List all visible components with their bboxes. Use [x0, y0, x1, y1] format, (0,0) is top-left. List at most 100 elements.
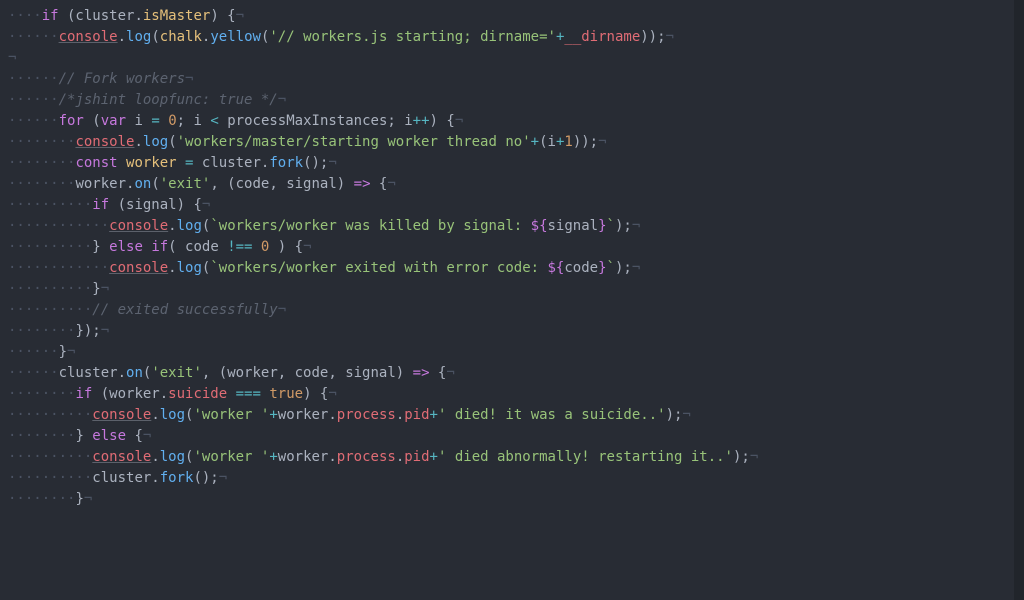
- code-token: {: [126, 428, 143, 444]
- eol-marker: ¬: [101, 323, 109, 339]
- indent-guides: ····: [8, 8, 42, 24]
- indent-guides: ··········: [8, 197, 92, 213]
- code-line[interactable]: ··········cluster.fork();¬: [8, 468, 1014, 489]
- code-token: .: [151, 449, 159, 465]
- code-line[interactable]: ··········}¬: [8, 279, 1014, 300]
- code-token: [177, 155, 185, 171]
- code-line[interactable]: ········console.log('workers/master/star…: [8, 132, 1014, 153]
- code-token: [252, 239, 260, 255]
- code-token: ();: [193, 470, 218, 486]
- code-line[interactable]: ··········} else if( code !== 0 ) {¬: [8, 237, 1014, 258]
- code-token: ));: [640, 29, 665, 45]
- code-token: worker: [227, 365, 278, 381]
- indent-guides: ············: [8, 218, 109, 234]
- code-line[interactable]: ······/*jshint loopfunc: true */¬: [8, 90, 1014, 111]
- code-token: ,: [269, 176, 286, 192]
- code-line[interactable]: ········worker.on('exit', (code, signal)…: [8, 174, 1014, 195]
- code-token: if: [75, 386, 92, 402]
- code-line[interactable]: ········if (worker.suicide === true) {¬: [8, 384, 1014, 405]
- code-token: <: [210, 113, 218, 129]
- code-token: yellow: [210, 29, 261, 45]
- code-token: processMaxInstances; i: [219, 113, 413, 129]
- code-token: true: [269, 386, 303, 402]
- indent-guides: ······: [8, 71, 59, 87]
- code-line[interactable]: ··········console.log('worker '+worker.p…: [8, 447, 1014, 468]
- code-token: 'workers/master/starting worker thread n…: [177, 134, 531, 150]
- code-line[interactable]: ············console.log(`workers/worker …: [8, 216, 1014, 237]
- code-token: (worker.: [92, 386, 168, 402]
- indent-guides: ··········: [8, 239, 92, 255]
- code-token: // exited successfully: [92, 302, 277, 318]
- code-editor[interactable]: ····if (cluster.isMaster) {¬······consol…: [0, 0, 1014, 600]
- code-token: worker.: [75, 176, 134, 192]
- eol-marker: ¬: [598, 134, 606, 150]
- code-line[interactable]: ········} else {¬: [8, 426, 1014, 447]
- indent-guides: ··········: [8, 302, 92, 318]
- code-line[interactable]: ······}¬: [8, 342, 1014, 363]
- code-line[interactable]: ········const worker = cluster.fork();¬: [8, 153, 1014, 174]
- code-token: ${: [531, 218, 548, 234]
- indent-guides: ······: [8, 344, 59, 360]
- code-token: console: [59, 29, 118, 45]
- code-line[interactable]: ········});¬: [8, 321, 1014, 342]
- code-line[interactable]: ··········// exited successfully¬: [8, 300, 1014, 321]
- eol-marker: ¬: [387, 176, 395, 192]
- indent-guides: ············: [8, 260, 109, 276]
- code-token: , (: [210, 176, 235, 192]
- code-token: else: [109, 239, 143, 255]
- code-line[interactable]: ¬: [8, 48, 1014, 69]
- code-token: var: [101, 113, 126, 129]
- code-line[interactable]: ······cluster.on('exit', (worker, code, …: [8, 363, 1014, 384]
- code-token: 'worker ': [193, 449, 269, 465]
- indent-guides: ········: [8, 323, 75, 339]
- code-token: ) {: [303, 386, 328, 402]
- eol-marker: ¬: [278, 302, 286, 318]
- code-token: log: [160, 449, 185, 465]
- code-token: code: [236, 176, 270, 192]
- code-token: , (: [202, 365, 227, 381]
- code-line[interactable]: ······// Fork workers¬: [8, 69, 1014, 90]
- code-token: );: [615, 260, 632, 276]
- code-token: }: [598, 260, 606, 276]
- code-line[interactable]: ··········if (signal) {¬: [8, 195, 1014, 216]
- indent-guides: ··········: [8, 449, 92, 465]
- code-token: .: [134, 134, 142, 150]
- code-token: (: [168, 134, 176, 150]
- code-token: (signal) {: [109, 197, 202, 213]
- indent-guides: ······: [8, 113, 59, 129]
- code-token: =>: [413, 365, 430, 381]
- eol-marker: ¬: [67, 344, 75, 360]
- code-token: }: [92, 281, 100, 297]
- code-line[interactable]: ············console.log(`workers/worker …: [8, 258, 1014, 279]
- eol-marker: ¬: [101, 281, 109, 297]
- indent-guides: ········: [8, 176, 75, 192]
- code-token: .: [396, 407, 404, 423]
- code-token: i: [126, 113, 151, 129]
- code-line[interactable]: ······for (var i = 0; i < processMaxInst…: [8, 111, 1014, 132]
- code-line[interactable]: ····if (cluster.isMaster) {¬: [8, 6, 1014, 27]
- code-token: if: [92, 197, 109, 213]
- eol-marker: ¬: [84, 491, 92, 507]
- vertical-scrollbar[interactable]: [1014, 0, 1024, 600]
- eol-marker: ¬: [455, 113, 463, 129]
- code-token: 1: [564, 134, 572, 150]
- code-token: ' died abnormally! restarting it..': [438, 449, 733, 465]
- code-token: chalk: [160, 29, 202, 45]
- code-token: ();: [303, 155, 328, 171]
- code-token: +: [269, 449, 277, 465]
- eol-marker: ¬: [666, 29, 674, 45]
- code-token: ): [337, 176, 354, 192]
- eol-marker: ¬: [446, 365, 454, 381]
- code-token: log: [177, 218, 202, 234]
- code-token: .: [396, 449, 404, 465]
- code-line[interactable]: ······console.log(chalk.yellow('// worke…: [8, 27, 1014, 48]
- code-line[interactable]: ········}¬: [8, 489, 1014, 510]
- eol-marker: ¬: [143, 428, 151, 444]
- code-token: cluster.: [59, 365, 126, 381]
- code-line[interactable]: ··········console.log('worker '+worker.p…: [8, 405, 1014, 426]
- indent-guides: ········: [8, 155, 75, 171]
- code-token: console: [109, 260, 168, 276]
- code-content[interactable]: ····if (cluster.isMaster) {¬······consol…: [8, 6, 1014, 510]
- code-token: [118, 155, 126, 171]
- code-token: worker.: [278, 449, 337, 465]
